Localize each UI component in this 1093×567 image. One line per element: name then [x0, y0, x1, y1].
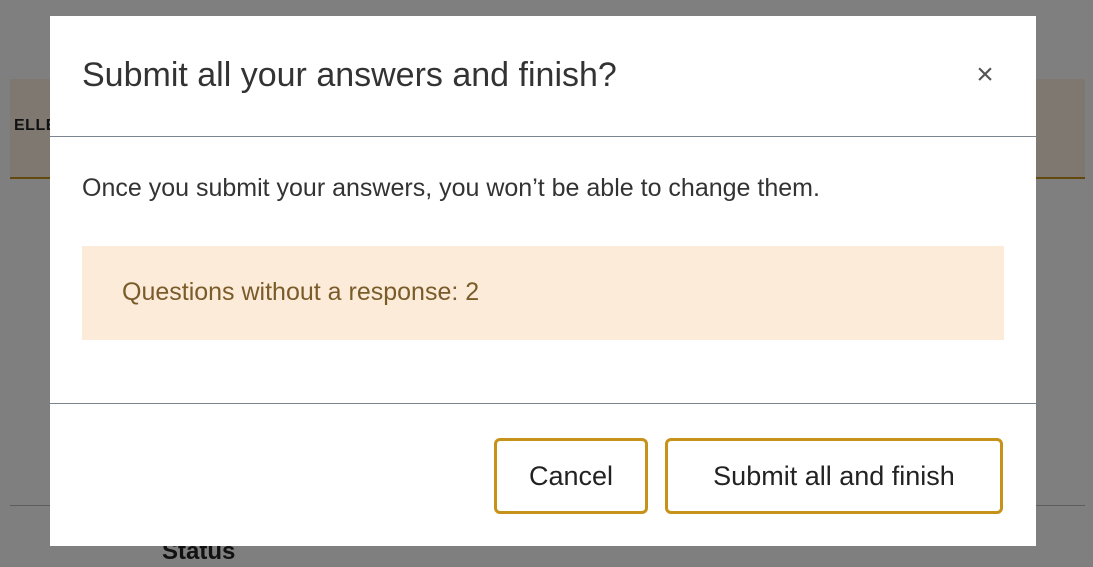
unanswered-questions-text: Questions without a response: 2: [122, 278, 480, 306]
screen: ELLE Status Submit all your answers and …: [0, 0, 1093, 567]
dialog-title: Submit all your answers and finish?: [82, 56, 617, 94]
submit-all-and-finish-button[interactable]: Submit all and finish: [665, 438, 1003, 514]
dialog-footer: Cancel Submit all and finish: [50, 403, 1036, 546]
dialog-header: Submit all your answers and finish? ×: [50, 16, 1036, 137]
submit-confirmation-dialog: Submit all your answers and finish? × On…: [50, 16, 1036, 546]
dialog-message: Once you submit your answers, you won’t …: [82, 174, 820, 202]
cancel-button[interactable]: Cancel: [494, 438, 648, 514]
close-icon[interactable]: ×: [968, 58, 1002, 92]
unanswered-questions-notice: Questions without a response: 2: [82, 246, 1004, 340]
